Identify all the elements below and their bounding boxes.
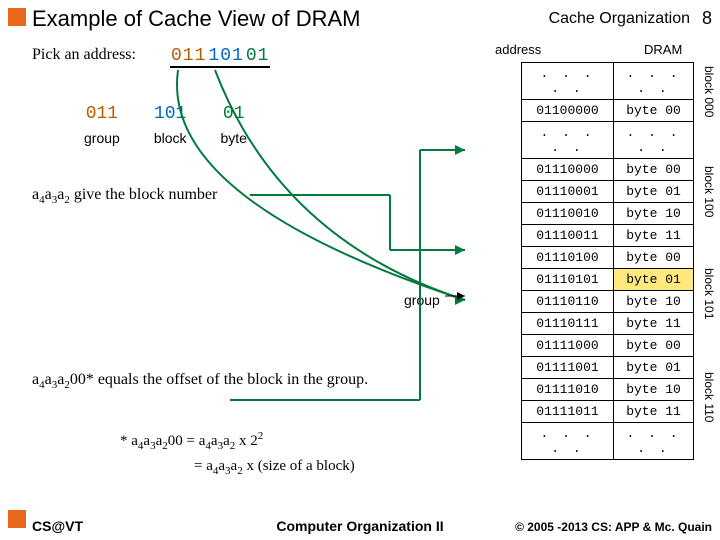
table-row: 01110110byte 10 [522,291,694,313]
address-bits: 01110101 [170,46,270,68]
table-row: 01111000byte 00 [522,335,694,357]
bit-breakdown: 011 101 01 group block byte [66,100,265,150]
block-number-text: a4a3a2 give the block number [32,186,217,206]
breadcrumb: Cache Organization [549,10,690,28]
page-number: 8 [702,8,712,29]
table-row: 01100000byte 00 [522,100,694,122]
table-row: 01111001byte 01 [522,357,694,379]
table-row: 01110101byte 01 [522,269,694,291]
table-row: 01110001byte 01 [522,181,694,203]
split-group-lbl: group [68,128,136,148]
block-label: block 110 [702,372,716,422]
block-label: block 101 [702,268,716,319]
split-block-val: 101 [138,102,203,126]
table-row: 01111010byte 10 [522,379,694,401]
table-row: 01110011byte 11 [522,225,694,247]
split-byte-val: 01 [205,102,263,126]
table-row: . . . . .. . . . . [522,423,694,460]
table-row: 01110100byte 00 [522,247,694,269]
pick-label: Pick an address: [32,46,136,64]
block-label: block 100 [702,166,716,217]
block-label: block 000 [702,66,716,117]
memory-table: . . . . .. . . . .01100000byte 00. . . .… [521,62,694,460]
bits-byte: 01 [245,46,271,68]
split-group-val: 011 [68,102,136,126]
table-row: 01111011byte 11 [522,401,694,423]
accent-square-top [8,8,26,26]
table-row: 01110000byte 00 [522,159,694,181]
bits-block: 101 [207,46,244,68]
split-byte-lbl: byte [205,128,263,148]
table-row: . . . . .. . . . . [522,63,694,100]
calculation: * a4a3a200 = a4a3a2 x 22 = a4a3a2 x (siz… [120,428,355,479]
address-header: address [495,42,541,57]
offset-text: a4a3a200* equals the offset of the block… [32,370,422,392]
dram-header: DRAM [644,42,682,57]
slide-title: Example of Cache View of DRAM [32,6,361,32]
footer-right: © 2005 -2013 CS: APP & Mc. Quain [515,520,712,534]
bits-group: 011 [170,46,207,68]
table-row: 01110010byte 10 [522,203,694,225]
group-pointer-label: group [404,292,440,308]
table-row: 01110111byte 11 [522,313,694,335]
split-block-lbl: block [138,128,203,148]
table-row: . . . . .. . . . . [522,122,694,159]
